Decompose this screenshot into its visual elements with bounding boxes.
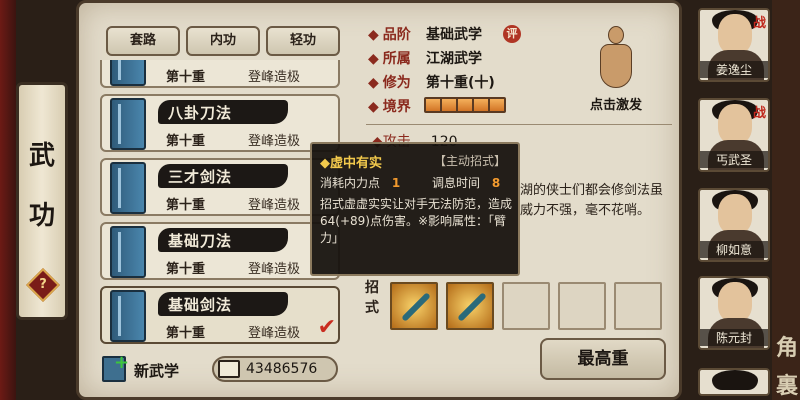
move-tooltip: ◆虚中有实 【主动招式】 消耗内力点 1 调息时间 8 招式虚虚实实让对手无法防… bbox=[310, 142, 520, 276]
cultivation-label: 修为 bbox=[382, 75, 411, 91]
skill-item[interactable]: 基础刀法 第十重 登峰造极 bbox=[100, 222, 340, 280]
meditating-monk-icon bbox=[598, 26, 634, 90]
cost-label: 消耗内力点 bbox=[320, 176, 381, 190]
realm-progress-bar bbox=[424, 97, 506, 113]
skill-level: 第十重 bbox=[166, 262, 206, 277]
rank-row: ◆ 品阶 基础武学 bbox=[368, 24, 482, 44]
realm-segment bbox=[442, 99, 456, 111]
skill-name: 八卦刀法 bbox=[168, 104, 233, 122]
character-portrait[interactable]: 陈元封 bbox=[698, 276, 770, 350]
title-char-2: 功 bbox=[28, 201, 55, 231]
realm-label: 境界 bbox=[382, 99, 411, 115]
skill-grade: 登峰造极 bbox=[248, 134, 301, 149]
new-book-icon bbox=[102, 352, 129, 382]
meditate-label: 点击激发 bbox=[589, 98, 642, 113]
tooltip-move-type: 【主动招式】 bbox=[434, 154, 507, 168]
character-portrait[interactable] bbox=[698, 368, 770, 396]
martial-arts-scroll-title: 武 功 ? bbox=[16, 82, 68, 320]
new-skill-button[interactable]: 新武学 bbox=[100, 352, 200, 384]
skill-name: 三才剑法 bbox=[168, 168, 233, 186]
tooltip-cost: 消耗内力点 1 bbox=[320, 174, 400, 191]
skill-item[interactable]: 三才剑法 第十重 登峰造极 bbox=[100, 158, 340, 216]
character-name: 陈元封 bbox=[700, 329, 768, 346]
character-portrait[interactable]: 柳如意 bbox=[698, 188, 770, 262]
skill-name: 基础刀法 bbox=[168, 232, 233, 250]
tab-inner-skill[interactable]: 内功 bbox=[186, 26, 260, 56]
battle-badge: 战 bbox=[752, 16, 766, 31]
move-slot-4[interactable] bbox=[558, 282, 606, 330]
battle-badge: 战 bbox=[752, 106, 766, 121]
school-value: 江湖武学 bbox=[426, 51, 482, 67]
skill-grade: 登峰造极 bbox=[248, 262, 301, 277]
new-skill-label: 新武学 bbox=[134, 362, 180, 380]
skill-book-icon bbox=[110, 226, 146, 278]
realm-segment bbox=[474, 99, 488, 111]
realm-segment bbox=[490, 99, 504, 111]
school-label: 所属 bbox=[382, 51, 411, 67]
move-slot-3[interactable] bbox=[502, 282, 550, 330]
question-icon: ? bbox=[39, 277, 47, 292]
check-icon: ✔ bbox=[317, 315, 336, 340]
character-name: 姜逸尘 bbox=[700, 61, 768, 78]
tab-light-skill[interactable]: 轻功 bbox=[266, 26, 340, 56]
tooltip-cooldown: 调息时间 8 bbox=[432, 174, 500, 191]
skill-book-icon bbox=[110, 290, 146, 342]
character-name: 丐武圣 bbox=[700, 151, 768, 168]
move-slot-5[interactable] bbox=[614, 282, 662, 330]
cultivation-row: ◆ 修为 第十重(十) bbox=[368, 72, 495, 92]
tooltip-move-name: ◆虚中有实 bbox=[320, 156, 382, 171]
side-char-2: 裏 bbox=[776, 374, 799, 399]
skill-level: 第十重 bbox=[166, 198, 206, 213]
cooldown-label: 调息时间 bbox=[432, 176, 481, 190]
scroll-currency-icon bbox=[218, 360, 240, 378]
title-char-1: 武 bbox=[28, 141, 55, 171]
skill-level: 第十重 bbox=[166, 326, 206, 341]
cultivation-value: 第十重(十) bbox=[426, 75, 495, 91]
help-button[interactable]: ? bbox=[26, 268, 60, 302]
skill-item[interactable]: 第十重 登峰造极 bbox=[100, 60, 340, 88]
character-portrait[interactable]: 战 姜逸尘 bbox=[698, 8, 770, 82]
move-slot-1[interactable] bbox=[390, 282, 438, 330]
move-slot-2[interactable] bbox=[446, 282, 494, 330]
skill-level: 第十重 bbox=[166, 134, 206, 149]
skill-book-icon bbox=[110, 98, 146, 150]
skill-level: 第十重 bbox=[166, 70, 206, 85]
rank-value: 基础武学 bbox=[426, 27, 482, 43]
skill-grade: 登峰造极 bbox=[248, 198, 301, 213]
skill-book-icon bbox=[110, 162, 146, 214]
realm-segment bbox=[426, 99, 440, 111]
game-screen: 武 功 ? 套路 内功 轻功 第十重 登峰造极 八卦刀法 第十重 登峰造极 三才… bbox=[0, 0, 800, 400]
skill-book-icon bbox=[110, 60, 146, 86]
realm-row: ◆ 境界 bbox=[368, 99, 411, 115]
cooldown-value: 8 bbox=[491, 176, 501, 190]
skill-grade: 登峰造极 bbox=[248, 326, 301, 341]
currency-display: 43486576 bbox=[212, 356, 338, 382]
tooltip-description: 招式虚虚实实让对手无法防范，造成64(+89)点伤害。※影响属性：「臂力」 bbox=[320, 197, 513, 245]
character-portrait[interactable]: 战 丐武圣 bbox=[698, 98, 770, 172]
max-level-button[interactable]: 最高重 bbox=[540, 338, 666, 380]
left-decoration bbox=[0, 0, 16, 400]
school-row: ◆ 所属 江湖武学 bbox=[368, 48, 482, 68]
skill-item[interactable]: 八卦刀法 第十重 登峰造极 bbox=[100, 94, 340, 152]
right-decoration: 角 裏 bbox=[772, 0, 800, 400]
meditate-button[interactable]: 点击激发 bbox=[578, 24, 654, 114]
realm-segment bbox=[458, 99, 472, 111]
skill-item-selected[interactable]: 基础剑法 第十重 登峰造极 ✔ bbox=[100, 286, 340, 344]
side-char-1: 角 bbox=[776, 336, 799, 361]
evaluate-button[interactable]: 评 bbox=[503, 25, 521, 43]
skill-grade: 登峰造极 bbox=[248, 70, 301, 85]
cost-value: 1 bbox=[391, 176, 401, 190]
rank-label: 品阶 bbox=[382, 27, 411, 43]
currency-value: 43486576 bbox=[246, 361, 318, 377]
skill-name: 基础剑法 bbox=[168, 296, 233, 314]
skill-description: 湖的侠士们都会修剑法虽威力不强，毫不花哨。 bbox=[520, 183, 664, 218]
tab-routines[interactable]: 套路 bbox=[106, 26, 180, 56]
character-name: 柳如意 bbox=[700, 241, 768, 258]
moves-label: 招式 bbox=[365, 280, 379, 316]
